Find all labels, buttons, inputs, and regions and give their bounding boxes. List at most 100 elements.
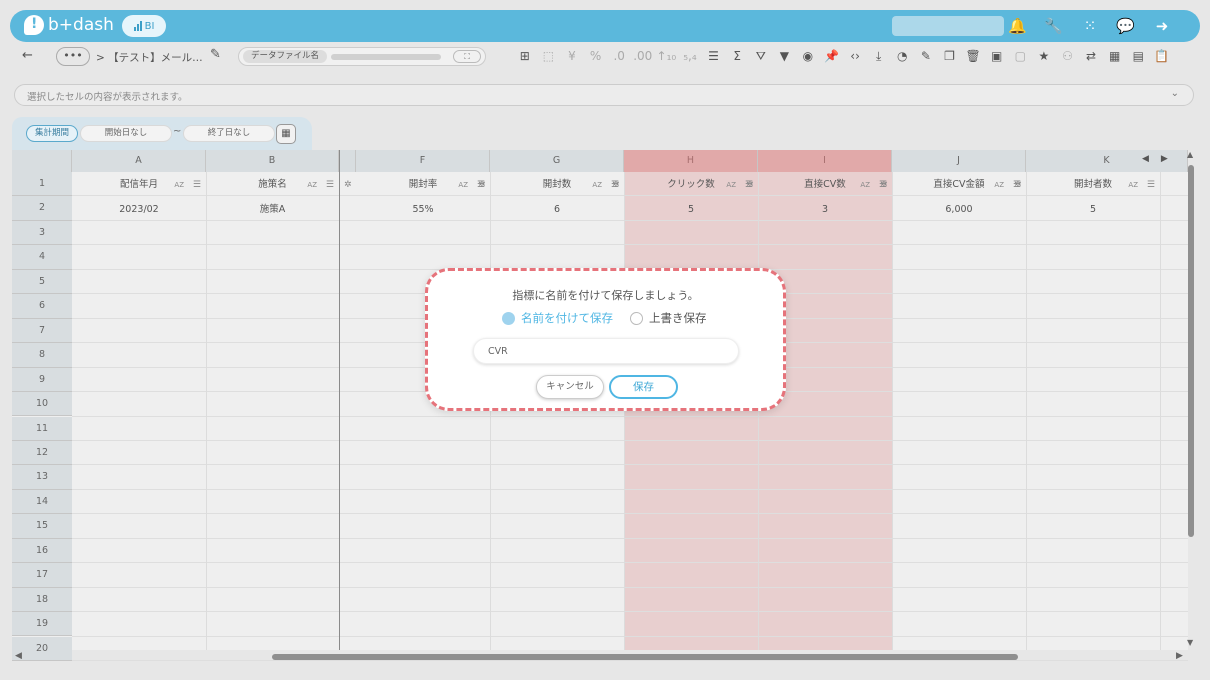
header-cell[interactable]: 施策名 AZ ☰	[206, 174, 339, 196]
radio-selected-icon[interactable]	[502, 311, 515, 325]
filter-icon[interactable]: ☰	[1147, 174, 1155, 196]
table-icon[interactable]: ⊞	[513, 47, 537, 66]
calendar-button[interactable]: ▦	[276, 124, 296, 144]
table-cell[interactable]: 6,000	[892, 199, 1026, 221]
freeze-divider[interactable]	[339, 150, 340, 650]
gear-icon[interactable]: ✲	[1014, 174, 1022, 196]
table-cell[interactable]: 55%	[356, 199, 490, 221]
star-icon[interactable]: ★	[1032, 47, 1056, 66]
digit-format-icon[interactable]: ₅,₄	[678, 47, 702, 66]
sort-az-icon[interactable]: AZ	[307, 174, 317, 196]
gear-icon[interactable]: ✲	[344, 174, 352, 196]
user-check-icon[interactable]: ⚇	[1056, 47, 1080, 66]
header-cell[interactable]: 開封数 AZ ☰ ✲	[478, 174, 624, 196]
sort-numeric-icon[interactable]: ↑₁₀	[655, 47, 679, 66]
edit-icon[interactable]: ✎	[914, 47, 938, 66]
gear-icon[interactable]: ✲	[612, 174, 620, 196]
row-number[interactable]: 2	[12, 196, 72, 221]
copy-icon[interactable]: ❐	[938, 47, 962, 66]
column-letter-f[interactable]: F	[356, 150, 490, 172]
decimal-decrease-icon[interactable]: .0	[607, 47, 631, 66]
gear-icon[interactable]: ✲	[880, 174, 888, 196]
more-button[interactable]: •••	[56, 47, 90, 66]
column-letter-h[interactable]: H	[624, 150, 758, 172]
row-number[interactable]: 19	[12, 612, 72, 637]
percent-icon[interactable]: %	[584, 47, 608, 66]
sort-az-icon[interactable]: AZ	[994, 174, 1004, 196]
row-number[interactable]: 17	[12, 563, 72, 588]
gear-icon[interactable]: ✲	[478, 174, 486, 196]
filter-icon[interactable]: ☰	[193, 174, 201, 196]
end-date-input[interactable]: 終了日なし	[183, 125, 275, 142]
calendar-icon[interactable]: ▦	[1103, 47, 1127, 66]
period-label-button[interactable]: 集計期間	[26, 125, 78, 142]
row-number[interactable]: 4	[12, 245, 72, 270]
save-button[interactable]: 保存	[609, 375, 678, 399]
column-letter-i[interactable]: I	[758, 150, 892, 172]
row-number[interactable]: 16	[12, 538, 72, 564]
row-number[interactable]: 11	[12, 416, 72, 441]
wrench-icon[interactable]: 🔧	[1044, 17, 1063, 35]
datafile-field[interactable]: データファイル名 ⛶	[238, 47, 486, 66]
metric-name-input[interactable]	[473, 338, 739, 364]
header-cell[interactable]: 開封者数 AZ ☰ ✲	[1014, 174, 1160, 196]
back-arrow-icon[interactable]: ←	[22, 48, 33, 63]
sort-az-icon[interactable]: AZ	[174, 174, 184, 196]
column-letter-hidden[interactable]	[340, 150, 356, 172]
header-cell[interactable]: 配信年月 AZ ☰	[72, 174, 206, 196]
grid-corner[interactable]	[12, 150, 72, 172]
app-logo[interactable]: b+dash	[24, 15, 114, 35]
scroll-up-arrow[interactable]: ▲	[1187, 150, 1193, 159]
table-cell[interactable]: 3	[758, 199, 892, 221]
logout-icon[interactable]: ➜	[1153, 17, 1171, 35]
scroll-down-arrow[interactable]: ▼	[1187, 638, 1193, 647]
radio-save-as[interactable]: 名前を付けて保存	[502, 310, 613, 326]
clipboard-icon[interactable]: 📋	[1150, 47, 1174, 66]
box-icon[interactable]: ▢	[1008, 47, 1032, 66]
radio-unselected-icon[interactable]	[630, 311, 643, 325]
eye-icon[interactable]: ◉	[796, 47, 820, 66]
row-number[interactable]: 14	[12, 489, 72, 515]
scroll-left-arrow[interactable]: ◀	[15, 651, 22, 661]
column-letter-j[interactable]: J	[892, 150, 1026, 172]
sort-az-icon[interactable]: AZ	[860, 174, 870, 196]
table-cell[interactable]: 2023/02	[72, 199, 206, 221]
row-number[interactable]: 9	[12, 367, 72, 392]
scroll-right-arrow[interactable]: ▶	[1176, 651, 1183, 661]
row-number[interactable]: 15	[12, 514, 72, 539]
row-number[interactable]: 8	[12, 343, 72, 368]
table-cell[interactable]: 5	[1026, 199, 1160, 221]
sort-az-icon[interactable]: AZ	[1128, 174, 1138, 196]
radio-overwrite[interactable]: 上書き保存	[630, 310, 707, 326]
column-letter-a[interactable]: A	[72, 150, 206, 172]
border-icon[interactable]: ⬚	[537, 47, 561, 66]
apps-grid-icon[interactable]: ⁙	[1081, 17, 1099, 35]
download-icon[interactable]: ⤓	[867, 47, 891, 66]
filter-icon[interactable]: ▼	[773, 47, 797, 66]
formula-bar[interactable]: 選択したセルの内容が表示されます。 ⌄	[14, 84, 1194, 106]
column-letter-b[interactable]: B	[206, 150, 339, 172]
table-cell[interactable]: 施策A	[206, 199, 339, 221]
chevron-down-icon[interactable]: ⌄	[1171, 88, 1179, 99]
filter-icon[interactable]: ☰	[326, 174, 334, 196]
sort-az-icon[interactable]: AZ	[726, 174, 736, 196]
start-date-input[interactable]: 開始日なし	[80, 125, 172, 142]
bell-icon[interactable]: 🔔	[1008, 17, 1027, 35]
header-cell[interactable]: 直接CV数 AZ ☰ ✲	[746, 174, 892, 196]
row-number[interactable]: 12	[12, 440, 72, 466]
row-number[interactable]: 10	[12, 392, 72, 417]
filter-clear-icon[interactable]: ⛛	[749, 47, 773, 66]
row-number[interactable]: 5	[12, 269, 72, 295]
align-left-icon[interactable]: ☰	[702, 47, 726, 66]
row-number[interactable]: 3	[12, 220, 72, 246]
sum-icon[interactable]: Σ	[725, 47, 749, 66]
archive-icon[interactable]: ▣	[985, 47, 1009, 66]
row-number[interactable]: 13	[12, 465, 72, 490]
header-cell[interactable]: 開封率 AZ ☰ ✲	[344, 174, 490, 196]
bi-badge[interactable]: BI	[122, 15, 166, 37]
row-number[interactable]: 6	[12, 294, 72, 319]
chart-icon[interactable]: ◔	[891, 47, 915, 66]
yen-icon[interactable]: ¥	[560, 47, 584, 66]
column-nav-arrows[interactable]: ◀▶	[1142, 154, 1180, 164]
header-cell[interactable]: クリック数 AZ ☰ ✲	[612, 174, 758, 196]
